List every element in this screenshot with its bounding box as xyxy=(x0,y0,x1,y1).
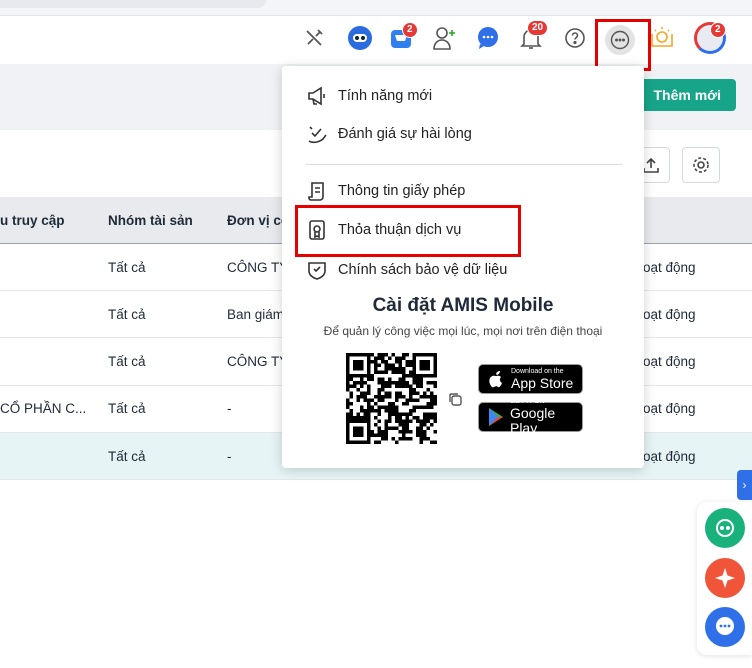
qr-code xyxy=(346,353,437,444)
shield-icon xyxy=(308,262,326,280)
table-cell: - xyxy=(227,401,232,417)
cart-badge: 2 xyxy=(402,22,418,38)
upload-icon xyxy=(643,157,659,173)
col-access[interactable]: u truy cập xyxy=(0,197,65,243)
search-area[interactable] xyxy=(0,0,266,8)
table-cell: Tất cả xyxy=(108,354,146,370)
menu-item-satisfaction[interactable]: Đánh giá sự hài lòng xyxy=(306,119,472,149)
app-store-label: App Store xyxy=(511,374,574,391)
tools-icon[interactable] xyxy=(300,24,328,52)
more-dropdown-menu: Tính năng mới Đánh giá sự hài lòng Thông… xyxy=(282,66,644,468)
table-cell: oạt động xyxy=(643,354,696,370)
table-cell xyxy=(0,339,105,385)
bot-chat-button[interactable] xyxy=(705,508,745,548)
table-cell: CÔNG TY xyxy=(227,354,287,370)
satisfaction-icon xyxy=(308,126,327,144)
menu-item-label: Tính năng mới xyxy=(338,88,433,104)
top-strip xyxy=(0,0,752,16)
table-cell: - xyxy=(227,448,232,464)
google-play-icon xyxy=(489,408,503,426)
help-icon[interactable] xyxy=(561,24,589,52)
menu-item-new-features[interactable]: Tính năng mới xyxy=(306,81,432,111)
table-cell: CÔNG TY xyxy=(227,259,287,275)
sparkle-icon xyxy=(715,568,735,588)
bot-icon xyxy=(716,519,734,537)
table-cell: Tất cả xyxy=(108,306,146,322)
add-user-icon[interactable] xyxy=(430,24,458,52)
col-asset-group[interactable]: Nhóm tài sản xyxy=(108,197,193,243)
table-cell xyxy=(0,244,105,290)
chevron-right-icon: › xyxy=(742,478,747,492)
col-unit[interactable]: Đơn vị cô xyxy=(227,197,287,243)
avatar-badge: 2 xyxy=(710,22,726,38)
app-store-button[interactable]: Download on the App Store xyxy=(478,364,583,394)
table-cell: oạt động xyxy=(643,401,696,417)
ai-sparkle-button[interactable] xyxy=(705,558,745,598)
expand-panel-tab[interactable]: › xyxy=(737,470,752,500)
chat-icon xyxy=(716,617,734,635)
copy-icon[interactable] xyxy=(448,392,462,409)
apple-icon xyxy=(489,371,502,388)
table-cell: CỔ PHẦN C... xyxy=(0,401,87,417)
notification-badge: 20 xyxy=(527,20,549,36)
gear-icon xyxy=(693,157,709,173)
menu-item-label: Thông tin giấy phép xyxy=(338,183,466,199)
mobile-title: Cài đặt AMIS Mobile xyxy=(372,295,554,316)
menu-item-data-policy[interactable]: Chính sách bảo vệ dữ liệu xyxy=(306,255,507,285)
google-play-label: Google Play xyxy=(509,405,556,436)
table-cell: Ban giám xyxy=(227,306,285,322)
settings-button[interactable] xyxy=(682,147,720,183)
more-highlight-box xyxy=(595,19,651,71)
menu-item-label: Đánh giá sự hài lòng xyxy=(338,126,472,142)
table-cell: Tất cả xyxy=(108,259,146,275)
service-agreement-highlight-box xyxy=(295,205,521,257)
table-cell xyxy=(0,433,105,479)
table-cell: oạt động xyxy=(643,448,696,464)
table-cell: oạt động xyxy=(643,259,696,275)
scroll-icon xyxy=(308,182,324,201)
menu-divider xyxy=(306,164,622,165)
table-cell: Tất cả xyxy=(108,448,146,464)
messenger-button[interactable] xyxy=(705,607,745,647)
megaphone-icon xyxy=(308,86,325,106)
bot-icon[interactable] xyxy=(346,24,374,52)
idea-icon[interactable] xyxy=(648,24,676,52)
table-cell: oạt động xyxy=(643,306,696,322)
table-cell xyxy=(0,291,105,337)
google-play-button[interactable]: GET IT ON Google Play xyxy=(478,398,583,436)
menu-item-label: Chính sách bảo vệ dữ liệu xyxy=(338,262,508,278)
chat-icon[interactable] xyxy=(474,24,502,52)
mobile-subtitle: Để quản lý công việc mọi lúc, mọi nơi tr… xyxy=(323,324,603,338)
menu-item-license-info[interactable]: Thông tin giấy phép xyxy=(306,176,465,206)
add-new-label: Thêm mới xyxy=(653,87,721,103)
table-cell: Tất cả xyxy=(108,401,146,417)
